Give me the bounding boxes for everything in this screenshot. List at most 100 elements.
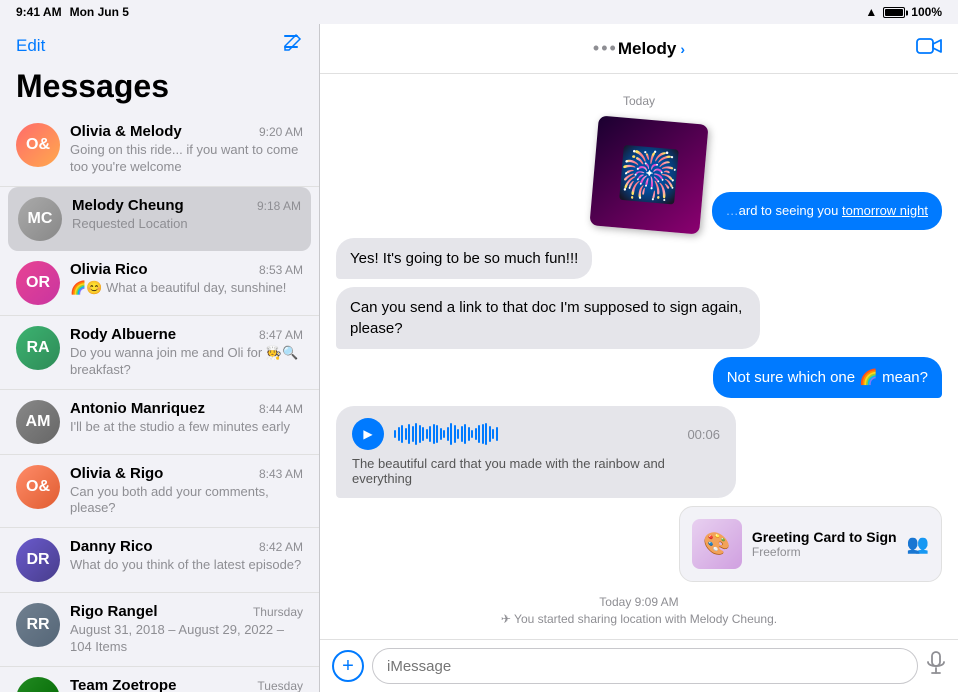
chat-header: ••• Melody ›	[320, 24, 958, 74]
conv-content-danny-rico: Danny Rico 8:42 AM What do you think of …	[70, 538, 303, 574]
conv-preview-melody-cheung: Requested Location	[72, 216, 301, 233]
battery-icon	[883, 5, 905, 19]
conv-preview-rigo-rangel: August 31, 2018 – August 29, 2022 – 104 …	[70, 622, 303, 656]
conv-content-antonio-manriquez: Antonio Manriquez 8:44 AM I'll be at the…	[70, 400, 303, 436]
battery-percent: 100%	[911, 5, 942, 19]
edit-button[interactable]: Edit	[16, 36, 45, 56]
firework-emoji: 🎆	[615, 143, 682, 207]
bubble-notsure: Not sure which one 🌈 mean?	[713, 357, 942, 398]
avatar-olivia-rico: OR	[16, 261, 60, 305]
conv-header-olivia-rico: Olivia Rico 8:53 AM	[70, 261, 303, 278]
conv-header-melody-cheung: Melody Cheung 9:18 AM	[72, 197, 301, 214]
avatar-danny-rico: DR	[16, 538, 60, 582]
conv-name-danny-rico: Danny Rico	[70, 538, 153, 555]
header-dots: •••	[593, 38, 618, 59]
conversation-item-olivia-melody[interactable]: O& Olivia & Melody 9:20 AM Going on this…	[0, 113, 319, 187]
partial-text-bubble: …ard to seeing you tomorrow night	[712, 192, 942, 230]
conv-name-rigo-rangel: Rigo Rangel	[70, 603, 158, 620]
conv-time-danny-rico: 8:42 AM	[259, 540, 303, 554]
conversation-item-olivia-rigo[interactable]: O& Olivia & Rigo 8:43 AM Can you both ad…	[0, 455, 319, 529]
conv-name-rody-albuerne: Rody Albuerne	[70, 326, 176, 343]
conversation-item-olivia-rico[interactable]: OR Olivia Rico 8:53 AM 🌈😊 What a beautif…	[0, 251, 319, 316]
audio-bubble: ▶	[336, 406, 736, 498]
audio-caption: The beautiful card that you made with th…	[352, 456, 720, 486]
waveform	[394, 422, 677, 446]
bubble-yes: Yes! It's going to be so much fun!!!	[336, 238, 592, 279]
avatar-team-zoetrope: TZ 6	[16, 677, 60, 692]
conv-time-olivia-rico: 8:53 AM	[259, 263, 303, 277]
card-subtitle: Freeform	[752, 545, 897, 559]
add-button[interactable]: +	[332, 650, 364, 682]
conversation-item-melody-cheung[interactable]: MC Melody Cheung 9:18 AM Requested Locat…	[8, 187, 311, 251]
conv-preview-olivia-rigo: Can you both add your comments, please?	[70, 484, 303, 518]
card-info: Greeting Card to Sign Freeform	[752, 529, 897, 559]
conv-preview-rody-albuerne: Do you wanna join me and Oli for 🧑‍🍳🔍 br…	[70, 345, 303, 379]
msg-row-incoming-link: Can you send a link to that doc I'm supp…	[336, 287, 942, 349]
conv-header-rigo-rangel: Rigo Rangel Thursday	[70, 603, 303, 620]
app-container: Edit Messages O& Olivia & Melody 9:20 AM	[0, 24, 958, 692]
audio-controls: ▶	[352, 418, 720, 450]
audio-duration: 00:06	[687, 427, 720, 442]
group-icon: 👥	[907, 534, 929, 555]
conv-name-team-zoetrope: Team Zoetrope	[70, 677, 176, 692]
chat-header-title[interactable]: Melody ›	[618, 39, 685, 59]
sidebar-header: Edit	[0, 24, 319, 64]
conv-time-rigo-rangel: Thursday	[253, 605, 303, 619]
play-button[interactable]: ▶	[352, 418, 384, 450]
card-attachment-row: 🎨 Greeting Card to Sign Freeform 👥	[336, 506, 942, 582]
conv-content-rody-albuerne: Rody Albuerne 8:47 AM Do you wanna join …	[70, 326, 303, 379]
status-time: 9:41 AM	[16, 5, 62, 19]
compose-button[interactable]	[281, 32, 303, 60]
conv-preview-antonio-manriquez: I'll be at the studio a few minutes earl…	[70, 419, 303, 436]
conv-preview-olivia-melody: Going on this ride... if you want to com…	[70, 142, 303, 176]
conv-preview-olivia-rico: 🌈😊 What a beautiful day, sunshine!	[70, 280, 303, 297]
avatar-rigo-rangel: RR	[16, 603, 60, 647]
wifi-icon: ▲	[865, 5, 877, 19]
conv-header-olivia-melody: Olivia & Melody 9:20 AM	[70, 123, 303, 140]
conv-header-antonio-manriquez: Antonio Manriquez 8:44 AM	[70, 400, 303, 417]
conv-time-olivia-rigo: 8:43 AM	[259, 467, 303, 481]
card-title: Greeting Card to Sign	[752, 529, 897, 545]
msg-row-incoming-yes: Yes! It's going to be so much fun!!!	[336, 238, 942, 279]
message-input[interactable]	[372, 648, 918, 684]
conv-content-olivia-melody: Olivia & Melody 9:20 AM Going on this ri…	[70, 123, 303, 176]
conv-preview-danny-rico: What do you think of the latest episode?	[70, 557, 303, 574]
avatar-olivia-melody: O&	[16, 123, 60, 167]
chat-input-bar: +	[320, 639, 958, 692]
date-label: Today	[336, 94, 942, 108]
conv-name-olivia-melody: Olivia & Melody	[70, 123, 182, 140]
card-attachment[interactable]: 🎨 Greeting Card to Sign Freeform 👥	[679, 506, 942, 582]
status-bar-left: 9:41 AM Mon Jun 5	[16, 5, 129, 19]
avatar-olivia-rigo: O&	[16, 465, 60, 509]
conv-time-olivia-melody: 9:20 AM	[259, 125, 303, 139]
conversation-item-rigo-rangel[interactable]: RR Rigo Rangel Thursday August 31, 2018 …	[0, 593, 319, 667]
conv-header-olivia-rigo: Olivia & Rigo 8:43 AM	[70, 465, 303, 482]
conversation-item-team-zoetrope[interactable]: TZ 6 Team Zoetrope Tuesday Link: "Soapbo…	[0, 667, 319, 692]
conv-content-rigo-rangel: Rigo Rangel Thursday August 31, 2018 – A…	[70, 603, 303, 656]
status-bar: 9:41 AM Mon Jun 5 ▲ 100%	[0, 0, 958, 24]
sidebar: Edit Messages O& Olivia & Melody 9:20 AM	[0, 24, 320, 692]
conversations-list: O& Olivia & Melody 9:20 AM Going on this…	[0, 113, 319, 692]
msg-row-outgoing-notsure: Not sure which one 🌈 mean?	[336, 357, 942, 398]
status-bar-right: ▲ 100%	[865, 5, 942, 19]
microphone-button[interactable]	[926, 651, 946, 681]
conversation-item-rody-albuerne[interactable]: RA Rody Albuerne 8:47 AM Do you wanna jo…	[0, 316, 319, 390]
conv-time-team-zoetrope: Tuesday	[257, 679, 303, 692]
conv-time-melody-cheung: 9:18 AM	[257, 199, 301, 213]
conv-content-olivia-rigo: Olivia & Rigo 8:43 AM Can you both add y…	[70, 465, 303, 518]
conv-content-melody-cheung: Melody Cheung 9:18 AM Requested Location	[72, 197, 301, 233]
avatar-antonio-manriquez: AM	[16, 400, 60, 444]
chat-messages: Today 🎆 …ard to seeing you tomorrow nigh…	[320, 74, 958, 639]
card-thumbnail: 🎨	[692, 519, 742, 569]
conv-header-rody-albuerne: Rody Albuerne 8:47 AM	[70, 326, 303, 343]
conv-name-melody-cheung: Melody Cheung	[72, 197, 184, 214]
avatar-melody-cheung: MC	[18, 197, 62, 241]
conv-header-team-zoetrope: Team Zoetrope Tuesday	[70, 677, 303, 692]
chat-panel: ••• Melody › Today 🎆	[320, 24, 958, 692]
conversation-item-antonio-manriquez[interactable]: AM Antonio Manriquez 8:44 AM I'll be at …	[0, 390, 319, 455]
conv-name-olivia-rico: Olivia Rico	[70, 261, 148, 278]
video-call-button[interactable]	[916, 36, 942, 62]
conversation-item-danny-rico[interactable]: DR Danny Rico 8:42 AM What do you think …	[0, 528, 319, 593]
system-message: Today 9:09 AM ✈ You started sharing loca…	[336, 590, 942, 632]
conv-name-antonio-manriquez: Antonio Manriquez	[70, 400, 205, 417]
